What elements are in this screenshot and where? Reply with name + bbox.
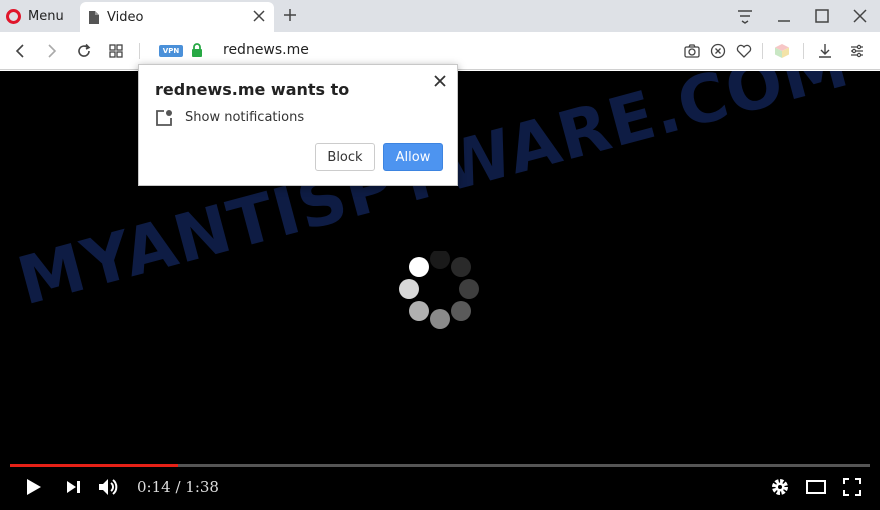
- divider: [762, 43, 763, 59]
- notification-icon: [156, 110, 172, 126]
- heart-icon[interactable]: [736, 43, 752, 59]
- plus-icon[interactable]: [283, 8, 297, 22]
- menu-button[interactable]: Menu: [6, 4, 64, 28]
- duration: 1:38: [185, 478, 219, 496]
- close-icon[interactable]: [433, 74, 447, 88]
- permission-text: Show notifications: [185, 110, 305, 125]
- tab-video[interactable]: Video: [80, 2, 274, 32]
- minimize-icon[interactable]: [776, 8, 792, 24]
- dialog-title: rednews.me wants to: [155, 80, 350, 99]
- cube-icon[interactable]: [774, 43, 790, 59]
- theater-icon[interactable]: [805, 476, 827, 498]
- url-field[interactable]: rednews.me: [223, 42, 309, 58]
- play-icon[interactable]: [22, 476, 44, 498]
- loading-spinner-icon: [399, 251, 479, 329]
- tab-bar: Menu Video: [0, 0, 880, 32]
- current-time: 0:14: [137, 478, 171, 496]
- menu-label: Menu: [28, 8, 64, 24]
- volume-icon[interactable]: [97, 476, 119, 498]
- close-window-icon[interactable]: [852, 8, 868, 24]
- speed-dial-icon[interactable]: [108, 43, 124, 59]
- reload-icon[interactable]: [76, 43, 92, 59]
- tab-title: Video: [107, 9, 144, 25]
- browser-window: Menu Video VPN rednews.me MYANTISPYWARE.…: [0, 0, 880, 510]
- tab-menu-icon[interactable]: [737, 8, 753, 24]
- timecode: 0:14 / 1:38: [137, 478, 219, 496]
- progress-fill: [10, 464, 178, 467]
- lock-icon[interactable]: [191, 43, 203, 57]
- back-icon[interactable]: [12, 43, 28, 59]
- divider: [139, 43, 140, 59]
- adblock-icon[interactable]: [710, 43, 726, 59]
- opera-logo-icon: [6, 8, 21, 24]
- maximize-icon[interactable]: [814, 8, 830, 24]
- progress-bar[interactable]: [10, 464, 870, 467]
- gear-icon[interactable]: [769, 476, 791, 498]
- document-icon: [89, 10, 99, 24]
- next-icon[interactable]: [63, 476, 85, 498]
- allow-button[interactable]: Allow: [383, 143, 443, 171]
- forward-icon[interactable]: [44, 43, 60, 59]
- download-icon[interactable]: [817, 43, 833, 59]
- vpn-badge[interactable]: VPN: [159, 45, 183, 57]
- notification-permission-dialog: rednews.me wants to Show notifications B…: [138, 64, 458, 186]
- divider: [803, 43, 804, 59]
- block-button[interactable]: Block: [315, 143, 375, 171]
- fullscreen-icon[interactable]: [841, 476, 863, 498]
- settings-sliders-icon[interactable]: [849, 43, 865, 59]
- camera-icon[interactable]: [684, 43, 700, 59]
- time-separator: /: [170, 478, 186, 496]
- close-icon[interactable]: [252, 9, 266, 23]
